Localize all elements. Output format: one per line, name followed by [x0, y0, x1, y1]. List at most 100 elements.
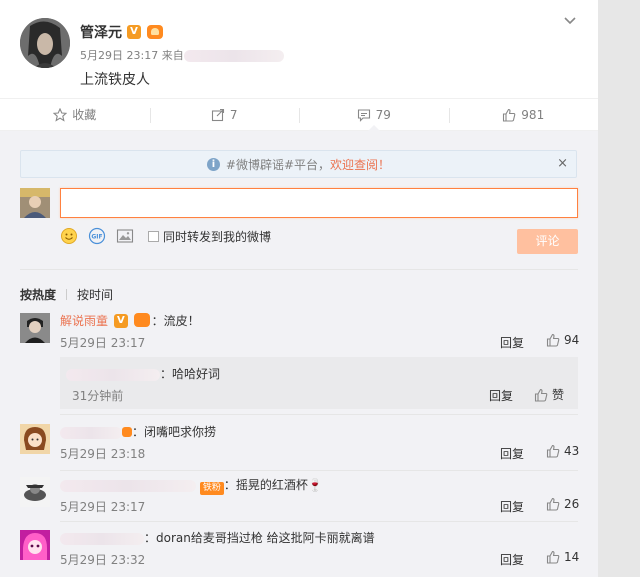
commenter-avatar[interactable] [20, 477, 50, 507]
comment-like-count: 43 [564, 444, 580, 458]
emoji-icon[interactable] [60, 227, 78, 245]
comment-text: ：doran给麦哥挡过枪 给这批阿卡丽就离谱 [144, 531, 375, 545]
divider [60, 521, 578, 522]
comment-like-button[interactable]: 94 [546, 333, 579, 347]
favorite-label: 收藏 [72, 108, 97, 122]
post-source-prefix: 来自 [161, 49, 184, 62]
sub-reply-like-button[interactable]: 赞 [534, 386, 564, 403]
sub-reply-line: ：哈哈好词 [66, 365, 220, 382]
thumbs-up-icon [546, 444, 560, 458]
sub-reply-box: ：哈哈好词 31分钟前 回复 赞 [60, 357, 578, 409]
favorite-button[interactable]: 收藏 [0, 99, 150, 130]
chevron-down-icon[interactable] [563, 14, 577, 28]
comment-time: 5月29日 23:17 [60, 500, 146, 514]
forward-label[interactable]: 同时转发到我的微博 [163, 228, 271, 245]
fan-badge: 铁粉 [199, 482, 224, 495]
sub-reply-time: 31分钟前 [72, 389, 124, 403]
like-button[interactable]: 981 [448, 99, 599, 130]
verified-badge-icon: V [113, 313, 128, 328]
author-name[interactable]: 管泽元 [80, 22, 122, 42]
redacted-source [183, 50, 284, 62]
tab-sort-time[interactable]: 按时间 [77, 288, 113, 302]
divider [60, 414, 578, 415]
comment-time: 5月29日 23:18 [60, 447, 146, 461]
sub-reply-like-label: 赞 [552, 388, 565, 402]
comment-like-count: 94 [564, 333, 580, 347]
comment-text: ：闭嘴吧求你捞 [132, 425, 217, 439]
close-icon[interactable]: × [557, 156, 568, 171]
notice-text[interactable]: #微博辟谣#平台， [226, 156, 330, 173]
comment-button[interactable]: 79 [299, 99, 449, 131]
weibo-post-card: 管泽元 V 5月29日 23:17 来自 上流铁皮人 收藏 7 79 981 i… [0, 0, 598, 577]
thumbs-up-icon [503, 108, 516, 122]
thumbs-up-icon [546, 550, 560, 564]
verified-badge-icon: V [127, 25, 141, 39]
submit-comment-button[interactable]: 评论 [517, 229, 578, 254]
sub-reply-reply-button[interactable]: 回复 [489, 387, 513, 404]
thumbs-up-icon [534, 388, 548, 402]
comment-text: ：摇晃的红酒杯🍷 [223, 478, 323, 492]
repost-button[interactable]: 7 [149, 99, 300, 130]
comment-input[interactable] [60, 188, 578, 218]
author-avatar[interactable] [20, 18, 70, 68]
comment-icon [357, 108, 370, 122]
divider [66, 289, 68, 300]
comment-line: 解说雨童 V ：流皮！ [60, 313, 200, 329]
comment-item: 解说雨童 V ：流皮！ 5月29日 23:17 回复 94 [20, 313, 579, 353]
comment-like-count: 14 [564, 550, 580, 564]
comment-line: ：闭嘴吧求你捞 [60, 424, 216, 440]
svg-text:GIF: GIF [91, 234, 102, 241]
comment-item: ：闭嘴吧求你捞 5月29日 23:18 回复 43 [20, 424, 579, 464]
comment-like-count: 26 [564, 497, 580, 511]
info-icon: i [206, 157, 220, 171]
thumbs-up-icon [546, 333, 560, 347]
notice-link[interactable]: 欢迎查阅！ [330, 156, 390, 173]
redacted-username [60, 426, 122, 439]
vip-crown-icon [147, 25, 163, 39]
commenter-avatar[interactable] [20, 424, 50, 454]
comment-like-button[interactable]: 26 [546, 497, 579, 511]
sort-tabs: 按热度 按时间 [20, 269, 578, 303]
comment-item: ：doran给麦哥挡过枪 给这批阿卡丽就离谱 5月29日 23:32 回复 14 [20, 530, 579, 570]
comment-time: 5月29日 23:32 [60, 553, 146, 567]
post-text: 上流铁皮人 [80, 72, 150, 88]
action-bar: 收藏 7 79 981 [0, 98, 598, 131]
reply-button[interactable]: 回复 [500, 334, 524, 351]
thumbs-up-icon [546, 497, 560, 511]
image-icon[interactable] [116, 227, 134, 245]
tab-sort-hot[interactable]: 按热度 [20, 288, 56, 302]
vip-crown-icon [122, 427, 132, 437]
repost-icon [211, 108, 224, 121]
gif-icon[interactable]: GIF [88, 227, 106, 245]
comment-like-button[interactable]: 43 [546, 444, 579, 458]
comment-time: 5月29日 23:17 [60, 336, 146, 350]
commenter-avatar[interactable] [20, 313, 50, 343]
repost-count: 7 [229, 107, 238, 122]
reply-button[interactable]: 回复 [500, 498, 524, 515]
sub-reply-text: ：哈哈好词 [160, 367, 221, 381]
divider [60, 470, 578, 471]
comment-count: 79 [375, 107, 391, 122]
reply-button[interactable]: 回复 [500, 445, 524, 462]
composer-toolbar: GIF 同时转发到我的微博 [60, 226, 271, 246]
my-avatar[interactable] [20, 188, 50, 218]
page-background-sidebar [598, 0, 640, 577]
rumor-notice-banner: i #微博辟谣#平台， 欢迎查阅！ × [20, 150, 577, 178]
redacted-username [60, 479, 196, 492]
commenter-avatar[interactable] [20, 530, 50, 560]
reply-button[interactable]: 回复 [500, 551, 524, 568]
comment-line: 铁粉 ：摇晃的红酒杯🍷 [60, 477, 323, 495]
redacted-username [66, 368, 160, 381]
comment-text: ：流皮！ [151, 314, 200, 328]
redacted-username [60, 532, 144, 545]
comment-line: ：doran给麦哥挡过枪 给这批阿卡丽就离谱 [60, 530, 375, 546]
comment-item: 铁粉 ：摇晃的红酒杯🍷 5月29日 23:17 回复 26 [20, 477, 579, 517]
forward-checkbox[interactable] [148, 230, 159, 242]
like-count: 981 [521, 107, 545, 122]
post-date[interactable]: 5月29日 23:17 [80, 49, 158, 62]
vip-crown-icon [133, 313, 150, 327]
comment-like-button[interactable]: 14 [546, 550, 579, 564]
commenter-name[interactable]: 解说雨童 [60, 314, 108, 328]
star-icon [53, 107, 68, 122]
post-meta: 5月29日 23:17 来自 [80, 47, 284, 63]
